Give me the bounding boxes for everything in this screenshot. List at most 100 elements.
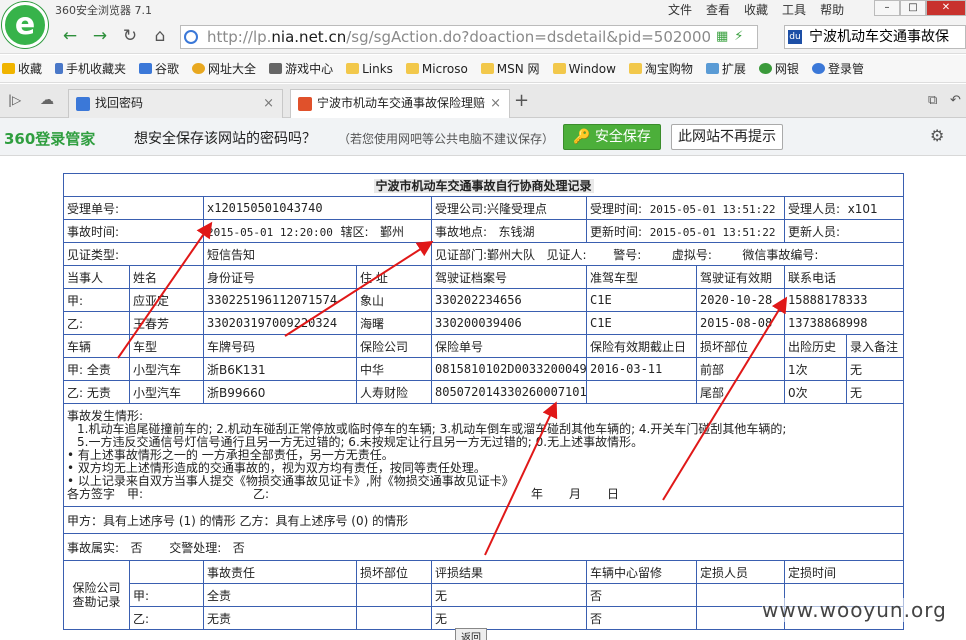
- bookmark-microsoft[interactable]: Microso: [405, 62, 468, 76]
- column-header: 车辆中心留修: [586, 560, 697, 584]
- update-time-value: 2015-05-01 13:51:22: [649, 225, 776, 239]
- back-button[interactable]: 返回: [455, 628, 487, 640]
- maximize-icon[interactable]: □: [900, 0, 926, 16]
- notes-line: 1.机动车追尾碰撞前车的; 2.机动车碰刮正常停放或临时停车的车辆; 3.机动车…: [77, 421, 787, 436]
- survey-repair-center: 否: [586, 583, 697, 607]
- notes-row: 事故发生情形: 1.机动车追尾碰撞前车的; 2.机动车碰刮正常停放或临时停车的车…: [62, 403, 905, 507]
- bookmark-label: 淘宝购物: [644, 62, 693, 76]
- bookmark-label: 收藏: [18, 62, 43, 76]
- party-name: 王春芳: [129, 311, 204, 335]
- bookmark-banking[interactable]: 网银: [758, 60, 799, 77]
- save-label: 安全保存: [594, 129, 651, 145]
- party-address: 象山: [356, 288, 432, 312]
- menu-help[interactable]: 帮助: [820, 1, 844, 18]
- close-tab-icon[interactable]: ×: [263, 90, 274, 117]
- column-header: 联系电话: [783, 265, 905, 289]
- witness-info-cell: 见证部门:鄞州大队 见证人: 警号: 虚拟号: 微信事故编号:: [430, 242, 905, 266]
- column-header: 定损人员: [696, 560, 785, 584]
- column-header: 姓名: [129, 265, 204, 289]
- bookmark-label: 游戏中心: [285, 62, 334, 76]
- globe-icon: [184, 30, 198, 44]
- bookmark-msn[interactable]: MSN 网: [480, 60, 540, 77]
- menu-file[interactable]: 文件: [668, 1, 692, 18]
- district-value: 鄞州: [379, 224, 404, 239]
- bookmark-extensions[interactable]: 扩展: [705, 60, 746, 77]
- bookmark-login[interactable]: 登录管: [811, 60, 864, 77]
- bookmark-sites[interactable]: 网址大全: [192, 60, 256, 77]
- vehicle-claim-history: 0次: [784, 380, 847, 404]
- bookmark-label: Links: [362, 61, 393, 76]
- menu-bar: 文件 查看 收藏 工具 帮助: [668, 1, 858, 18]
- column-header: 当事人: [63, 265, 130, 289]
- cloud-icon[interactable]: ☁: [40, 92, 54, 108]
- refresh-icon[interactable]: ↻: [118, 25, 142, 47]
- survey-party: 乙:: [129, 606, 204, 630]
- party-license-file-no: 330200039406: [431, 311, 587, 335]
- notes-line: • 双方均无上述情形造成的交通事故的，视为双方均有责任，按同等责任处理。: [67, 460, 486, 475]
- bookmark-taobao[interactable]: 淘宝购物: [628, 60, 693, 77]
- search-input[interactable]: 宁波机动车交通事故保: [784, 25, 966, 49]
- title-bar: 360安全浏览器 7.1 文件 查看 收藏 工具 帮助 – □ ✕: [0, 0, 966, 18]
- accept-time-value: 2015-05-01 13:51:22: [649, 202, 776, 216]
- bookmark-label: Window: [568, 61, 616, 76]
- minimize-icon[interactable]: –: [874, 0, 900, 16]
- bookmark-mobile[interactable]: 手机收藏夹: [55, 60, 126, 77]
- witness-type-value: 短信告知: [203, 242, 432, 266]
- new-tab-button[interactable]: +: [514, 90, 529, 111]
- party-id-number: 330225196112071574: [203, 288, 357, 312]
- signature-party-a: 甲:: [127, 486, 144, 501]
- notes-line: • 以上记录来自双方当事人提交《物损交通事故见证卡》,附《物损交通事故见证卡》: [67, 473, 514, 488]
- survey-assessment: 无: [431, 606, 587, 630]
- home-icon[interactable]: ⌂: [148, 25, 172, 47]
- close-icon[interactable]: ✕: [926, 0, 966, 16]
- bookmark-windows[interactable]: Window: [552, 61, 616, 76]
- vehicle-note: 无: [845, 380, 905, 404]
- menu-tools[interactable]: 工具: [782, 1, 806, 18]
- sidebar-toggle-icon[interactable]: |▷: [8, 93, 21, 107]
- column-header: 车辆: [63, 334, 130, 358]
- menu-favorites[interactable]: 收藏: [744, 1, 768, 18]
- vehicle-plate: 浙B6K131: [203, 357, 357, 381]
- signature-label: 各方签字: [67, 486, 116, 501]
- table-row: 乙: 王春芳 330203197009220324 海曙 33020003940…: [63, 311, 905, 335]
- police-no-label: 警号:: [613, 247, 642, 262]
- qr-code-icon[interactable]: ▦: [716, 29, 728, 44]
- bookmark-google[interactable]: 谷歌: [139, 60, 179, 77]
- secure-save-button[interactable]: 🔑 安全保存: [563, 124, 661, 150]
- witness-dept-value: 鄞州大队: [487, 247, 536, 262]
- party-phone: 13738868998: [783, 311, 905, 335]
- gear-icon[interactable]: ⚙: [930, 126, 944, 145]
- party-name: 应亚定: [129, 288, 204, 312]
- url-host: nia.net.cn: [271, 28, 347, 46]
- column-header: 车牌号码: [203, 334, 357, 358]
- never-remind-button[interactable]: 此网站不再提示: [671, 124, 783, 150]
- undo-icon[interactable]: ↶: [950, 93, 961, 108]
- accident-record-table: 宁波市机动车交通事故自行协商处理记录 受理单号: x12015050104374…: [62, 173, 905, 630]
- bookmark-links[interactable]: Links: [346, 62, 393, 76]
- bookmark-favorites[interactable]: 收藏: [2, 60, 42, 77]
- bookmarks-bar: 收藏 手机收藏夹 谷歌 网址大全 游戏中心 Links Microso MSN …: [0, 55, 966, 83]
- accept-person-value: x101: [847, 201, 878, 216]
- forward-icon[interactable]: →: [88, 25, 112, 47]
- restore-tab-icon[interactable]: ⧉: [928, 93, 937, 108]
- bookmark-games[interactable]: 游戏中心: [269, 60, 333, 77]
- menu-view[interactable]: 查看: [706, 1, 730, 18]
- search-engine-icon[interactable]: du: [788, 30, 802, 44]
- user-icon: [811, 63, 825, 74]
- close-tab-icon[interactable]: ×: [490, 90, 501, 117]
- watermark: www.wooyun.org: [762, 598, 947, 622]
- tab-recover-password[interactable]: 找回密码 ×: [68, 89, 283, 118]
- record-title: 宁波市机动车交通事故自行协商处理记录: [62, 173, 905, 197]
- party-phone: 15888178333: [783, 288, 905, 312]
- lightning-icon[interactable]: ⚡: [734, 29, 743, 44]
- back-icon[interactable]: ←: [58, 25, 82, 47]
- vehicle-policy-expiry: 2016-03-11: [586, 357, 697, 381]
- tab-label: 宁波市机动车交通事故保险理赔: [317, 96, 486, 110]
- vehicle-type: 小型汽车: [129, 357, 204, 381]
- company-value: 兴隆受理点: [487, 201, 548, 216]
- address-bar[interactable]: http://lp.nia.net.cn/sg/sgAction.do?doac…: [180, 25, 758, 49]
- folder-icon: [405, 63, 419, 74]
- grid-icon: [705, 63, 719, 74]
- notes-line: • 有上述事故情形之一的 一方承担全部责任，另一方无责任。: [67, 447, 394, 462]
- tab-accident-record[interactable]: 宁波市机动车交通事故保险理赔 ×: [290, 89, 510, 119]
